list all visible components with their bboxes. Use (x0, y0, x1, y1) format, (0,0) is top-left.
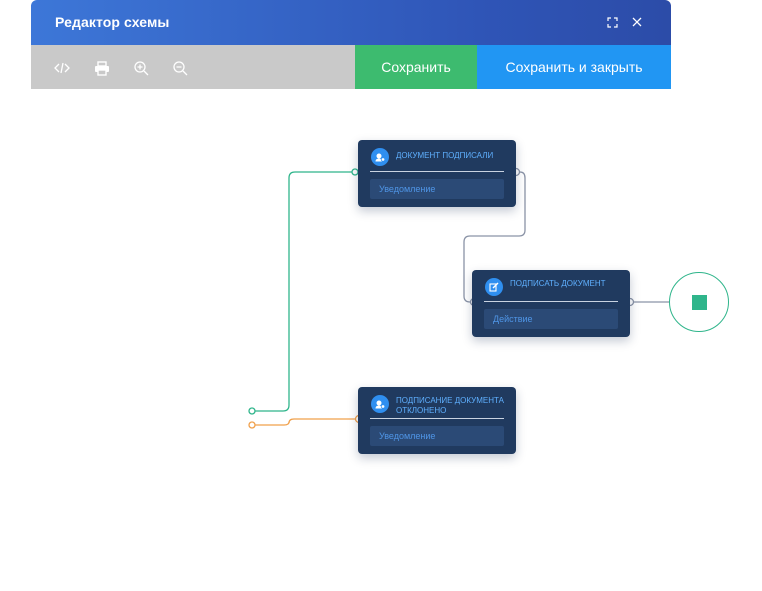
notification-icon (371, 148, 389, 166)
port-start-green[interactable] (248, 407, 256, 415)
zoom-out-icon[interactable] (169, 57, 191, 79)
node-title: ДОКУМЕНТ ПОДПИСАЛИ (396, 151, 494, 160)
stop-icon (692, 295, 707, 310)
node-divider (484, 301, 618, 302)
window-title: Редактор схемы (55, 14, 170, 30)
node-divider (370, 418, 504, 419)
save-button[interactable]: Сохранить (355, 45, 477, 89)
notification-icon (371, 395, 389, 413)
edit-icon (485, 278, 503, 296)
node-signing-rejected[interactable]: ПОДПИСАНИЕ ДОКУМЕНТА ОТКЛОНЕНО Уведомлен… (358, 387, 516, 454)
end-node[interactable] (669, 272, 729, 332)
node-divider (370, 171, 504, 172)
node-type-field: Уведомление (370, 426, 504, 446)
node-document-signed[interactable]: ДОКУМЕНТ ПОДПИСАЛИ Уведомление (358, 140, 516, 207)
code-icon[interactable] (51, 57, 73, 79)
title-bar: Редактор схемы (31, 0, 671, 45)
node-title: ПОДПИСАНИЕ ДОКУМЕНТА ОТКЛОНЕНО (396, 396, 504, 415)
port-start-orange[interactable] (248, 421, 256, 429)
maximize-icon[interactable] (602, 12, 622, 32)
schema-editor-window: Редактор схемы Сохранить Сохранить и зак… (31, 0, 671, 89)
print-icon[interactable] (91, 57, 113, 79)
schema-canvas[interactable]: ДОКУМЕНТ ПОДПИСАЛИ Уведомление ПОДПИСАТЬ… (0, 89, 762, 591)
zoom-in-icon[interactable] (130, 57, 152, 79)
node-type-field: Действие (484, 309, 618, 329)
node-title: ПОДПИСАТЬ ДОКУМЕНТ (510, 279, 606, 288)
link-start-to-signed (252, 171, 355, 412)
node-type-field: Уведомление (370, 179, 504, 199)
node-sign-document[interactable]: ПОДПИСАТЬ ДОКУМЕНТ Действие (472, 270, 630, 337)
save-and-close-button[interactable]: Сохранить и закрыть (477, 45, 671, 89)
close-icon[interactable] (627, 12, 647, 32)
toolbar: Сохранить Сохранить и закрыть (31, 45, 671, 89)
link-start-to-rejected (252, 418, 359, 426)
